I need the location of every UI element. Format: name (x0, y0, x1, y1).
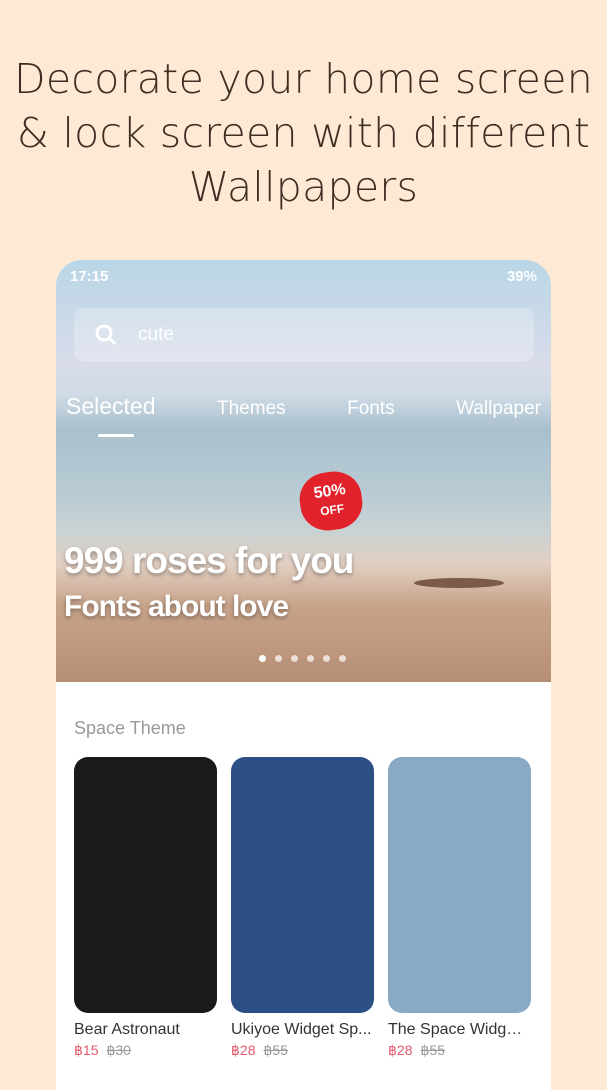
tab-fonts[interactable]: Fonts (347, 398, 395, 420)
theme-card[interactable]: Bear Astronaut ฿15 ฿30 (74, 757, 217, 1059)
carousel-dot[interactable] (307, 655, 314, 662)
theme-old-price: ฿55 (263, 1042, 288, 1058)
tab-wallpaper[interactable]: Wallpaper (456, 398, 541, 420)
theme-card[interactable]: Ukiyoe Widget Sp... ฿28 ฿55 (231, 757, 374, 1059)
carousel-dots[interactable] (259, 655, 346, 662)
discount-badge: 50% OFF (296, 467, 366, 535)
status-battery: 39% (506, 268, 537, 285)
status-bar: 17:15 39% (70, 268, 537, 285)
promo-subtitle: Fonts about love (64, 590, 289, 623)
carousel-dot[interactable] (259, 655, 266, 662)
section-title: Space Theme (74, 718, 186, 738)
carousel-dot[interactable] (291, 655, 298, 662)
search-input[interactable]: cute (74, 308, 534, 362)
theme-thumbnail (388, 757, 531, 1013)
banner[interactable]: 17:15 39% cute Selected Themes Fonts Wal… (56, 260, 551, 682)
carousel-dot[interactable] (339, 655, 346, 662)
tab-themes[interactable]: Themes (217, 398, 286, 420)
theme-thumbnail (231, 757, 374, 1013)
theme-price: ฿28 (231, 1042, 256, 1058)
theme-price: ฿15 (74, 1042, 99, 1058)
tab-selected[interactable]: Selected (66, 393, 156, 420)
phone-screenshot: 17:15 39% cute Selected Themes Fonts Wal… (56, 260, 551, 1090)
theme-old-price: ฿30 (106, 1042, 131, 1058)
illustration-table (414, 578, 504, 588)
theme-card[interactable]: The Space Widget... ฿28 ฿55 (388, 757, 531, 1059)
theme-name: Ukiyoe Widget Sp... (231, 1021, 372, 1038)
theme-thumbnail (74, 757, 217, 1013)
status-time: 17:15 (70, 268, 109, 285)
search-icon (95, 324, 117, 346)
tab-indicator (98, 434, 134, 437)
carousel-dot[interactable] (275, 655, 282, 662)
theme-price: ฿28 (388, 1042, 413, 1058)
theme-name: The Space Widget... (388, 1021, 531, 1038)
promo-title: 999 roses for you (64, 540, 354, 581)
carousel-dot[interactable] (323, 655, 330, 662)
theme-name: Bear Astronaut (74, 1021, 180, 1038)
search-value: cute (138, 324, 174, 345)
headline: Decorate your home screen & lock screen … (13, 55, 594, 211)
theme-old-price: ฿55 (420, 1042, 445, 1058)
